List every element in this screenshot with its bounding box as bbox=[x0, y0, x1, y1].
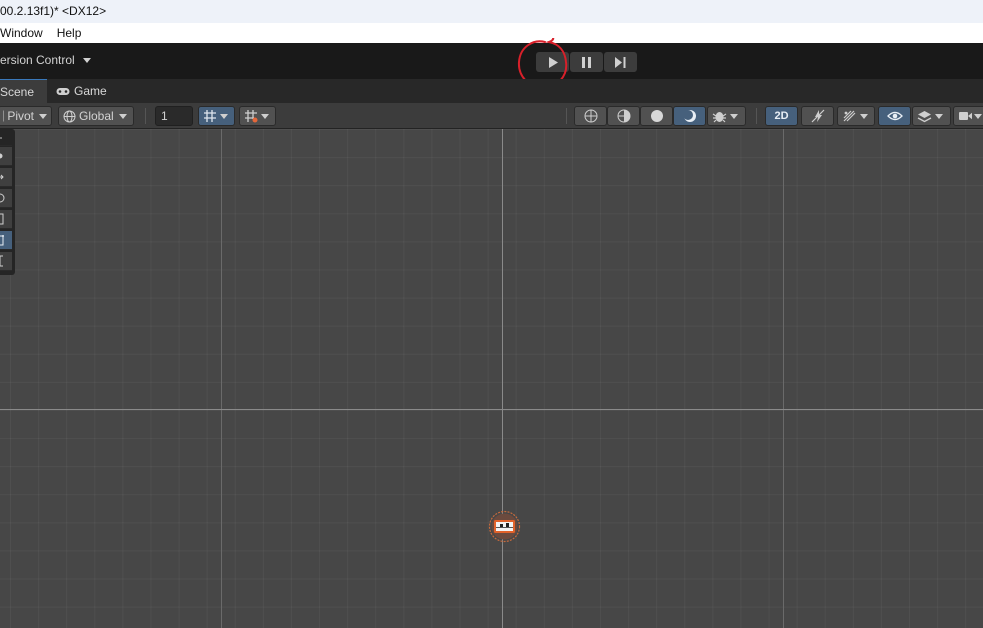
pause-icon bbox=[582, 56, 591, 68]
grid-snap-icon bbox=[245, 110, 258, 123]
global-label: Global bbox=[79, 109, 114, 123]
divider bbox=[756, 108, 757, 124]
shaded-wire-sphere-icon bbox=[617, 109, 630, 123]
grid-line bbox=[221, 129, 222, 628]
grid-line bbox=[783, 129, 784, 628]
shaded-wireframe-button[interactable] bbox=[607, 106, 640, 126]
grid-axis-x bbox=[0, 409, 983, 410]
hand-icon bbox=[0, 153, 3, 159]
chevron-down-icon bbox=[39, 113, 47, 119]
tab-scene-label: Scene bbox=[0, 84, 35, 99]
globe-icon bbox=[63, 110, 76, 122]
chevron-down-icon bbox=[730, 113, 738, 119]
move-icon bbox=[0, 174, 4, 180]
chevron-down-icon bbox=[860, 113, 868, 119]
chevron-down-icon bbox=[974, 113, 982, 119]
playmode-controls bbox=[536, 52, 637, 72]
divider bbox=[145, 108, 146, 124]
camera-icon bbox=[959, 112, 972, 120]
tab-game[interactable]: Game bbox=[56, 79, 107, 103]
transform-icon bbox=[0, 255, 3, 267]
moon-sphere-icon bbox=[682, 110, 696, 122]
scene-tools-overlay bbox=[0, 129, 15, 275]
pivot-icon bbox=[3, 110, 5, 122]
scene-object-icon[interactable] bbox=[488, 510, 521, 543]
grid-size-input[interactable]: 1 bbox=[155, 106, 193, 126]
divider bbox=[566, 108, 567, 124]
grid-snap-toggle[interactable] bbox=[198, 106, 235, 126]
version-control-dropdown[interactable]: ersion Control bbox=[0, 53, 91, 67]
wireframe-shading-button[interactable] bbox=[574, 106, 607, 126]
eye-icon bbox=[886, 111, 903, 121]
grid-axis-y bbox=[502, 129, 503, 628]
snap-increment-toggle[interactable] bbox=[239, 106, 276, 126]
scale-icon bbox=[0, 213, 4, 225]
global-dropdown[interactable]: Global bbox=[58, 106, 134, 126]
solid-sphere-icon bbox=[650, 110, 663, 122]
pause-button[interactable] bbox=[570, 52, 603, 72]
bug-icon bbox=[712, 112, 727, 123]
effects-icon bbox=[843, 110, 856, 122]
2d-toggle-button[interactable]: 2D bbox=[765, 106, 798, 126]
chevron-down-icon bbox=[261, 113, 269, 119]
shaded-button[interactable] bbox=[640, 106, 673, 126]
chevron-down-icon bbox=[220, 113, 228, 119]
tab-game-label: Game bbox=[74, 84, 107, 98]
camera-dropdown[interactable] bbox=[953, 106, 983, 126]
menu-item-window[interactable]: Window bbox=[0, 23, 43, 43]
play-button[interactable] bbox=[536, 52, 569, 72]
main-toolbar: ersion Control bbox=[0, 43, 983, 79]
debug-draw-mode-dropdown[interactable] bbox=[707, 106, 746, 126]
layers-icon bbox=[917, 110, 932, 122]
rect-transform-icon bbox=[0, 235, 4, 246]
rotate-tool-button[interactable] bbox=[0, 189, 12, 208]
light-off-icon bbox=[811, 109, 824, 123]
scale-tool-button[interactable] bbox=[0, 210, 12, 229]
rect-tool-button[interactable] bbox=[0, 231, 12, 250]
menu-item-help[interactable]: Help bbox=[57, 23, 82, 43]
overlay-grip[interactable] bbox=[0, 132, 12, 146]
menu-bar: Window Help bbox=[0, 23, 983, 43]
pivot-label: Pivot bbox=[7, 109, 34, 123]
layers-dropdown[interactable] bbox=[912, 106, 951, 126]
grip-icon bbox=[0, 137, 2, 139]
window-title: 00.2.13f1)* <DX12> bbox=[0, 0, 983, 23]
pivot-dropdown[interactable]: Pivot bbox=[0, 106, 52, 126]
unlit-shading-button[interactable] bbox=[673, 106, 706, 126]
effects-dropdown[interactable] bbox=[837, 106, 875, 126]
scene-visibility-button[interactable] bbox=[878, 106, 911, 126]
scene-toolbar: Pivot Global 1 2D bbox=[0, 103, 983, 129]
grid-icon bbox=[204, 110, 216, 122]
tab-bar: Scene Game bbox=[0, 79, 983, 103]
step-icon bbox=[615, 56, 626, 68]
chevron-down-icon bbox=[935, 113, 943, 119]
move-tool-button[interactable] bbox=[0, 168, 12, 187]
gamepad-icon bbox=[56, 87, 70, 95]
scene-viewport[interactable] bbox=[0, 129, 983, 628]
tab-scene[interactable]: Scene bbox=[0, 79, 47, 103]
chevron-down-icon bbox=[82, 57, 91, 63]
transform-tool-button[interactable] bbox=[0, 252, 12, 271]
step-button[interactable] bbox=[604, 52, 637, 72]
version-control-label: ersion Control bbox=[0, 53, 75, 67]
wireframe-sphere-icon bbox=[584, 109, 597, 123]
play-icon bbox=[548, 56, 558, 68]
lighting-toggle-button[interactable] bbox=[801, 106, 834, 126]
view-tool-button[interactable] bbox=[0, 147, 12, 166]
chevron-down-icon bbox=[118, 113, 127, 119]
rotate-icon bbox=[0, 193, 5, 203]
